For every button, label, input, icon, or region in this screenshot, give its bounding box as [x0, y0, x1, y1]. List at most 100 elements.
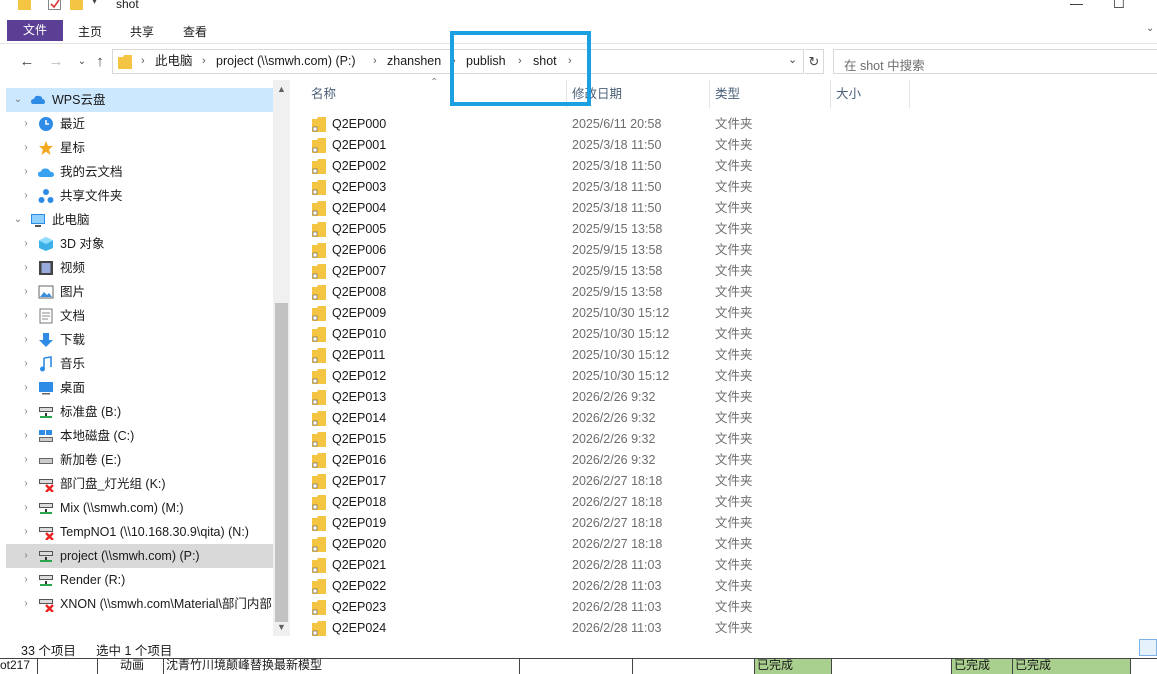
chevron-right-icon[interactable]: › [141, 50, 145, 73]
chevron-right-icon[interactable]: › [20, 568, 32, 592]
file-row[interactable]: Q2EP011 2025/10/30 15:12 文件夹 [305, 345, 1157, 366]
chevron-right-icon[interactable]: › [20, 520, 32, 544]
file-row[interactable]: Q2EP006 2025/9/15 13:58 文件夹 [305, 240, 1157, 261]
properties-checkbox-icon[interactable] [48, 0, 61, 10]
nav-item[interactable]: › 3D 对象 [6, 232, 273, 256]
nav-item[interactable]: › 桌面 [6, 376, 273, 400]
column-header-modified[interactable]: 修改日期 [572, 80, 622, 108]
chevron-right-icon[interactable]: › [20, 472, 32, 496]
address-bar[interactable]: › 此电脑 › project (\\smwh.com) (P:) › zhan… [112, 49, 804, 74]
chevron-right-icon[interactable]: › [20, 304, 32, 328]
breadcrumb-project-drive[interactable]: project (\\smwh.com) (P:) [216, 50, 356, 73]
nav-item[interactable]: ⌄ WPS云盘 [6, 88, 273, 112]
nav-item[interactable]: › 最近 [6, 112, 273, 136]
chevron-right-icon[interactable]: › [20, 184, 32, 208]
refresh-icon[interactable]: ↻ [805, 49, 824, 74]
chevron-down-icon[interactable]: ⌄ [12, 208, 24, 232]
nav-item[interactable]: › Render (R:) [6, 568, 273, 592]
nav-item[interactable]: › 星标 [6, 136, 273, 160]
file-row[interactable]: Q2EP013 2026/2/26 9:32 文件夹 [305, 387, 1157, 408]
file-row[interactable]: Q2EP004 2025/3/18 11:50 文件夹 [305, 198, 1157, 219]
nav-item[interactable]: › 视频 [6, 256, 273, 280]
column-divider[interactable] [566, 80, 567, 108]
nav-item[interactable]: › 图片 [6, 280, 273, 304]
file-row[interactable]: Q2EP009 2025/10/30 15:12 文件夹 [305, 303, 1157, 324]
chevron-right-icon[interactable]: › [20, 448, 32, 472]
nav-item[interactable]: › 下载 [6, 328, 273, 352]
file-row[interactable]: Q2EP021 2026/2/28 11:03 文件夹 [305, 555, 1157, 576]
file-row[interactable]: Q2EP010 2025/10/30 15:12 文件夹 [305, 324, 1157, 345]
breadcrumb-zhanshen[interactable]: zhanshen [387, 50, 441, 73]
nav-item[interactable]: › TempNO1 (\\10.168.30.9\qita) (N:) [6, 520, 273, 544]
chevron-right-icon[interactable]: › [20, 352, 32, 376]
chevron-right-icon[interactable]: › [20, 400, 32, 424]
file-row[interactable]: Q2EP008 2025/9/15 13:58 文件夹 [305, 282, 1157, 303]
chevron-right-icon[interactable]: › [20, 424, 32, 448]
file-row[interactable]: Q2EP016 2026/2/26 9:32 文件夹 [305, 450, 1157, 471]
file-row[interactable]: Q2EP014 2026/2/26 9:32 文件夹 [305, 408, 1157, 429]
chevron-right-icon[interactable]: › [452, 50, 456, 73]
nav-item[interactable]: › 音乐 [6, 352, 273, 376]
details-view-icon[interactable] [1139, 639, 1157, 656]
nav-item[interactable]: › 本地磁盘 (C:) [6, 424, 273, 448]
search-input[interactable]: 在 shot 中搜索 [833, 49, 1157, 74]
scroll-down-icon[interactable]: ▼ [273, 622, 290, 632]
maximize-icon[interactable]: ☐ [1113, 0, 1125, 12]
chevron-right-icon[interactable]: › [20, 136, 32, 160]
tab-view[interactable]: 查看 [175, 20, 215, 44]
file-row[interactable]: Q2EP000 2025/6/11 20:58 文件夹 [305, 114, 1157, 135]
back-arrow-icon[interactable]: ← [16, 52, 38, 72]
up-arrow-icon[interactable]: ↑ [89, 52, 111, 72]
chevron-right-icon[interactable]: › [20, 256, 32, 280]
chevron-right-icon[interactable]: › [20, 112, 32, 136]
nav-item[interactable]: › project (\\smwh.com) (P:) [6, 544, 273, 568]
breadcrumb-publish[interactable]: publish [466, 50, 506, 73]
file-row[interactable]: Q2EP019 2026/2/27 18:18 文件夹 [305, 513, 1157, 534]
nav-item[interactable]: › 共享文件夹 [6, 184, 273, 208]
nav-item[interactable]: › 我的云文档 [6, 160, 273, 184]
new-folder-icon[interactable] [70, 0, 83, 10]
chevron-right-icon[interactable]: › [20, 496, 32, 520]
chevron-right-icon[interactable]: › [20, 232, 32, 256]
column-divider[interactable] [830, 80, 831, 108]
scroll-up-icon[interactable]: ▲ [273, 84, 290, 94]
chevron-right-icon[interactable]: › [20, 592, 32, 616]
chevron-down-icon[interactable]: ⌄ [12, 88, 24, 112]
column-divider[interactable] [909, 80, 910, 108]
chevron-right-icon[interactable]: › [568, 50, 572, 73]
chevron-right-icon[interactable]: › [20, 544, 32, 568]
file-row[interactable]: Q2EP017 2026/2/27 18:18 文件夹 [305, 471, 1157, 492]
breadcrumb-this-pc[interactable]: 此电脑 [155, 50, 193, 73]
tab-share[interactable]: 共享 [122, 20, 162, 44]
nav-item[interactable]: › XNON (\\smwh.com\Material\部门内部 [6, 592, 273, 616]
chevron-right-icon[interactable]: › [518, 50, 522, 73]
file-row[interactable]: Q2EP018 2026/2/27 18:18 文件夹 [305, 492, 1157, 513]
breadcrumb-shot[interactable]: shot [533, 50, 557, 73]
tab-file[interactable]: 文件 [7, 20, 63, 41]
file-row[interactable]: Q2EP002 2025/3/18 11:50 文件夹 [305, 156, 1157, 177]
file-row[interactable]: Q2EP007 2025/9/15 13:58 文件夹 [305, 261, 1157, 282]
forward-arrow-icon[interactable]: → [45, 52, 67, 72]
column-header-type[interactable]: 类型 [715, 80, 740, 108]
column-header-size[interactable]: 大小 [836, 80, 861, 108]
chevron-right-icon[interactable]: › [373, 50, 377, 73]
address-dropdown-icon[interactable]: ⌄ [788, 53, 797, 66]
nav-item[interactable]: ⌄ 此电脑 [6, 208, 273, 232]
file-row[interactable]: Q2EP001 2025/3/18 11:50 文件夹 [305, 135, 1157, 156]
nav-item[interactable]: › 新加卷 (E:) [6, 448, 273, 472]
tab-home[interactable]: 主页 [70, 20, 110, 44]
nav-item[interactable]: › 文档 [6, 304, 273, 328]
column-divider[interactable] [709, 80, 710, 108]
nav-item[interactable]: › 标准盘 (B:) [6, 400, 273, 424]
file-row[interactable]: Q2EP022 2026/2/28 11:03 文件夹 [305, 576, 1157, 597]
quick-access-dropdown-icon[interactable]: ▾ [92, 0, 97, 7]
file-row[interactable]: Q2EP015 2026/2/26 9:32 文件夹 [305, 429, 1157, 450]
nav-item[interactable]: › 部门盘_灯光组 (K:) [6, 472, 273, 496]
chevron-right-icon[interactable]: › [20, 328, 32, 352]
file-row[interactable]: Q2EP020 2026/2/27 18:18 文件夹 [305, 534, 1157, 555]
ribbon-expand-icon[interactable]: ⌄ [1146, 23, 1154, 34]
chevron-right-icon[interactable]: › [202, 50, 206, 73]
nav-pane-scrollbar[interactable]: ▲ ▼ [273, 80, 290, 636]
file-row[interactable]: Q2EP003 2025/3/18 11:50 文件夹 [305, 177, 1157, 198]
minimize-icon[interactable]: — [1070, 0, 1083, 11]
